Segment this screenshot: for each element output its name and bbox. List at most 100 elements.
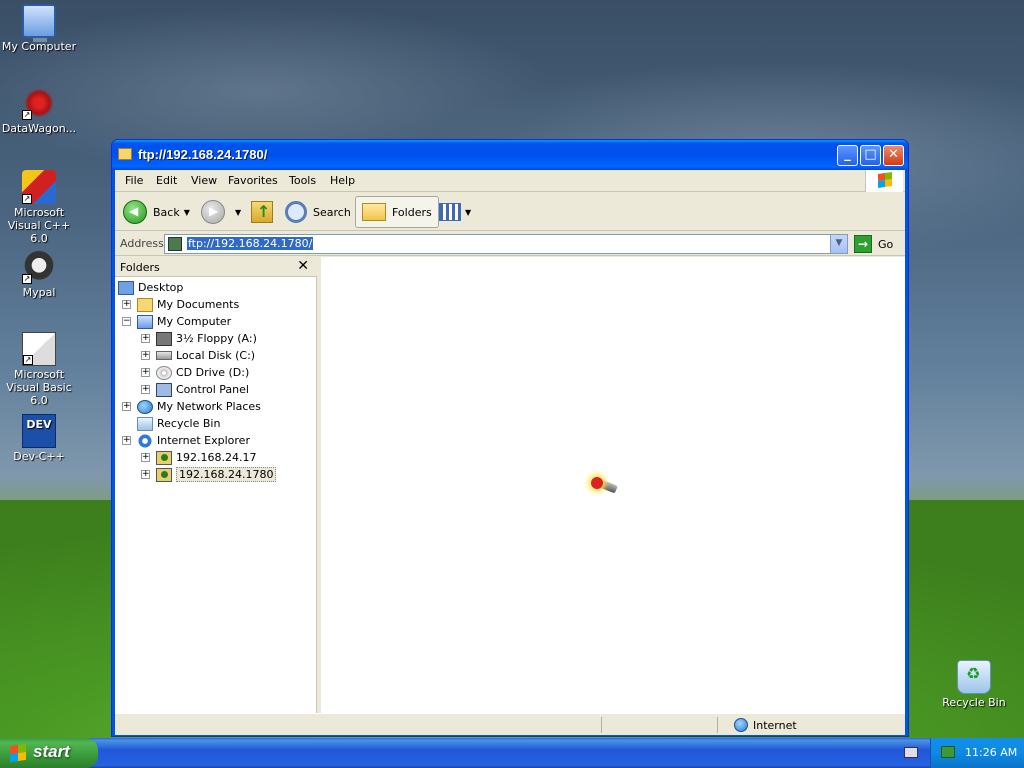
expand-icon[interactable]: + [141,334,150,343]
tree-item-ftp-site-2[interactable]: + 192.168.24.1780 [141,466,277,483]
desktop-icon-dev-cpp[interactable]: DEV Dev-C++ [0,414,78,463]
desktop-icon-datawagon[interactable]: ↗ DataWagon... [0,86,78,135]
back-button[interactable]: Back ▼ [123,196,190,228]
menu-edit[interactable]: Edit [156,174,177,187]
close-icon[interactable]: ✕ [297,258,309,274]
tree-item-label: 192.168.24.1780 [176,467,277,482]
tree-item-ftp-site-1[interactable]: + 192.168.24.17 [141,449,256,466]
desktop-icon-my-computer[interactable]: My Computer [0,4,78,53]
tree-item-my-documents[interactable]: + My Documents [122,296,239,313]
back-label: Back [153,205,180,219]
address-input[interactable]: ftp://192.168.24.1780/ ▼ [164,234,848,254]
start-label: start [33,742,70,761]
visual-cpp-icon: ↗ [22,170,56,204]
menu-tools[interactable]: Tools [289,174,316,187]
mypal-icon: ↗ [22,250,56,284]
window-title: ftp://192.168.24.1780/ [138,147,268,162]
expand-icon[interactable]: + [122,436,131,445]
views-button[interactable]: ▼ [439,196,471,228]
keyboard-icon[interactable] [904,747,918,758]
tree-item-label: My Network Places [157,400,261,413]
address-value[interactable]: ftp://192.168.24.1780/ [187,237,314,250]
hard-disk-icon [156,351,172,360]
tree-item-desktop[interactable]: Desktop [118,279,183,296]
tree-item-local-disk[interactable]: + Local Disk (C:) [141,347,255,364]
window-titlebar[interactable]: ftp://192.168.24.1780/ _ □ ✕ [112,140,908,170]
tree-item-label: My Documents [157,298,240,311]
tree-item-label: Control Panel [176,383,249,396]
tree-item-floppy[interactable]: + 3½ Floppy (A:) [141,330,257,347]
searching-flashlight-icon [589,477,619,494]
desktop-icon-visual-cpp[interactable]: ↗ Microsoft Visual C++ 6.0 [0,170,78,245]
tree-item-label: Recycle Bin [157,417,221,430]
collapse-icon[interactable]: − [122,317,131,326]
my-computer-icon [137,314,153,329]
desktop-icon-visual-basic[interactable]: ↗ Microsoft Visual Basic 6.0 [0,332,78,407]
tree-item-label: My Computer [157,315,232,328]
minimize-button[interactable]: _ [837,145,858,166]
expand-icon[interactable]: + [141,470,150,479]
expand-icon[interactable]: + [141,385,150,394]
content-area[interactable] [321,257,905,713]
datawagon-icon: ↗ [22,86,56,120]
views-icon [439,203,461,221]
desktop-icon-label: Dev-C++ [13,450,65,463]
tree-item-label: Local Disk (C:) [176,349,256,362]
up-folder-button[interactable] [251,196,273,228]
search-icon [285,201,307,223]
tree-item-label: CD Drive (D:) [176,366,250,379]
system-tray: 11:26 AM [930,738,1024,768]
go-button[interactable]: Go [878,238,893,251]
forward-arrow-icon [201,200,225,224]
tree-item-internet-explorer[interactable]: + Internet Explorer [122,432,250,449]
expand-icon[interactable]: + [141,453,150,462]
folders-pane-header: Folders ✕ [115,257,317,277]
chevron-down-icon[interactable]: ▼ [465,208,471,217]
menu-view[interactable]: View [191,174,217,187]
my-documents-icon [137,297,153,312]
menu-favorites[interactable]: Favorites [228,174,278,187]
ftp-site-icon [168,237,182,251]
my-computer-icon [22,4,56,42]
clock[interactable]: 11:26 AM [965,746,1017,759]
tree-item-cd-drive[interactable]: + CD Drive (D:) [141,364,249,381]
tree-item-network-places[interactable]: + My Network Places [122,398,261,415]
folders-label: Folders [392,205,432,219]
status-zone: Internet [734,718,797,732]
folders-pane: Folders ✕ Desktop + My Documents − My Co… [115,257,317,713]
explorer-window: ftp://192.168.24.1780/ _ □ ✕ File Edit V… [111,139,909,737]
close-button[interactable]: ✕ [883,145,904,166]
network-tray-icon[interactable] [941,746,955,758]
maximize-button[interactable]: □ [860,145,881,166]
tree-item-control-panel[interactable]: + Control Panel [141,381,249,398]
go-arrow-icon[interactable]: → [854,235,872,253]
tree-item-recycle-bin[interactable]: Recycle Bin [122,415,220,432]
folders-button[interactable]: Folders [355,196,439,228]
expand-icon[interactable]: + [122,402,131,411]
network-icon [137,399,153,414]
chevron-down-icon[interactable]: ▼ [830,235,847,253]
dev-cpp-badge: DEV [26,418,52,431]
search-button[interactable]: Search [285,196,351,228]
tree-item-label: 3½ Floppy (A:) [176,332,257,345]
chevron-down-icon[interactable]: ▼ [184,208,190,217]
start-button[interactable]: start [0,738,98,768]
folder-icon [362,203,386,221]
standard-toolbar: Back ▼ ▼ Search Folders ▼ [115,193,905,231]
expand-icon[interactable]: + [122,300,131,309]
desktop-icon-label: Microsoft Visual C++ 6.0 [7,206,71,245]
expand-icon[interactable]: + [141,368,150,377]
recycle-bin-icon [137,416,153,431]
status-zone-label: Internet [753,718,797,732]
desktop-icon-recycle-bin[interactable]: Recycle Bin [935,660,1013,709]
control-panel-icon [156,382,172,397]
expand-icon[interactable]: + [141,351,150,360]
menu-help[interactable]: Help [330,174,355,187]
tree-item-my-computer[interactable]: − My Computer [122,313,231,330]
forward-button[interactable]: ▼ [201,196,241,228]
internet-explorer-icon [137,433,153,448]
ftp-site-icon [156,467,172,482]
desktop-icon-mypal[interactable]: ↗ Mypal [0,250,78,299]
chevron-down-icon[interactable]: ▼ [235,208,241,217]
menu-file[interactable]: File [125,174,143,187]
